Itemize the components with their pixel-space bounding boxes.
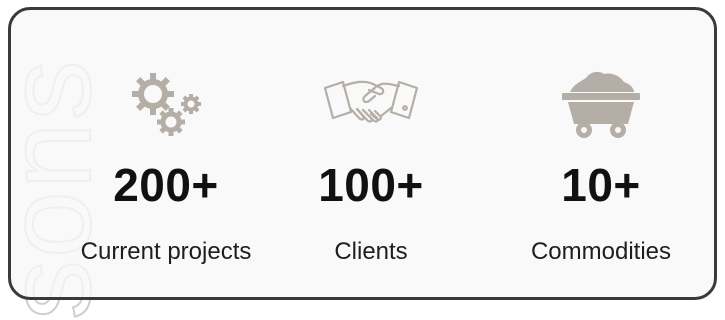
stat-clients: 100+ Clients xyxy=(281,10,461,297)
handshake-icon xyxy=(321,62,421,144)
gears-icon xyxy=(121,62,211,144)
stat-label: Commodities xyxy=(530,238,672,265)
stat-value: 200+ xyxy=(113,159,219,211)
mine-cart-icon xyxy=(556,62,646,144)
stat-value: 10+ xyxy=(561,159,641,211)
stats-card: 200+ Current projects 100+ Clients 10+ C… xyxy=(8,7,717,300)
stat-commodities: 10+ Commodities xyxy=(501,10,701,297)
stat-label: Clients xyxy=(334,238,408,265)
stat-current-projects: 200+ Current projects xyxy=(41,10,291,297)
stat-value: 100+ xyxy=(318,159,424,211)
stat-label: Current projects xyxy=(80,238,252,265)
